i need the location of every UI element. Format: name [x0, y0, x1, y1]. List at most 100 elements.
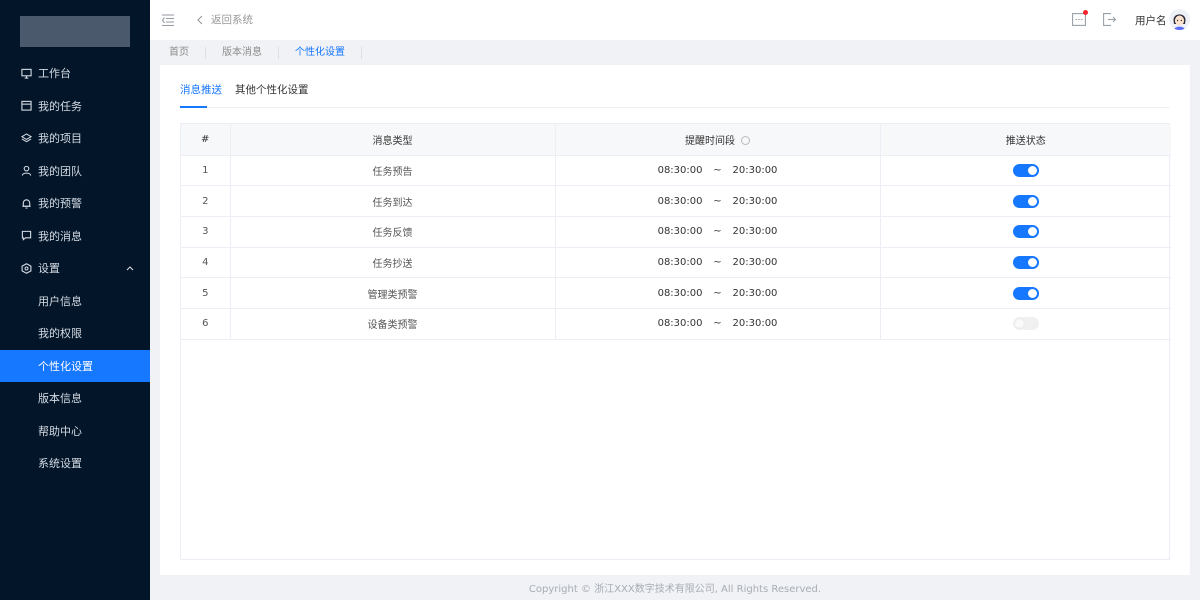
back-to-system-link[interactable]: 返回系统 — [196, 12, 253, 27]
time-separator: ~ — [713, 256, 722, 268]
table-row: 3 任务反馈 08:30:00 ~20:30:00 — [181, 216, 1171, 248]
row-message-type: 管理类预警 — [230, 277, 556, 309]
time-start: 08:30:00 — [657, 256, 703, 268]
time-separator: ~ — [713, 226, 722, 238]
row-time-range[interactable]: 08:30:00 ~20:30:00 — [555, 277, 881, 309]
message-icon — [21, 230, 32, 242]
logout-icon[interactable] — [1103, 13, 1116, 26]
row-push-status — [880, 185, 1171, 217]
sidebar-subitem-label: 版本信息 — [38, 392, 82, 406]
time-start: 08:30:00 — [657, 318, 703, 330]
push-toggle-switch[interactable] — [1012, 163, 1039, 177]
row-time-range[interactable]: 08:30:00 ~20:30:00 — [555, 308, 881, 340]
sidebar-subitem-version-info[interactable]: 版本信息 — [0, 382, 150, 415]
chevron-left-icon — [197, 15, 203, 24]
content-card: 消息推送 其他个性化设置 # 消息类型 提醒时间段 推送状态 1 任务预告 08… — [160, 65, 1190, 575]
sidebar-item-my-team[interactable]: 我的团队 — [0, 155, 150, 188]
sidebar-menu: 工作台 我的任务 我的项目 我的团队 我的预警 我的消息 设置 用户信息 我的权… — [0, 57, 150, 480]
time-end: 20:30:00 — [732, 164, 778, 176]
sidebar-item-label: 我的预警 — [38, 197, 82, 211]
tab-home[interactable]: 首页 — [150, 46, 206, 59]
sidebar-subitem-system-settings[interactable]: 系统设置 — [0, 447, 150, 480]
sidebar-subitem-my-permissions[interactable]: 我的权限 — [0, 317, 150, 350]
sidebar-item-my-alerts[interactable]: 我的预警 — [0, 187, 150, 220]
tab-personalization[interactable]: 个性化设置 — [279, 46, 362, 59]
row-push-status — [880, 155, 1171, 187]
row-index: 1 — [181, 155, 231, 187]
push-toggle-switch[interactable] — [1012, 194, 1039, 208]
row-index: 4 — [181, 247, 231, 279]
time-end: 20:30:00 — [732, 195, 778, 207]
sidebar-subitem-help-center[interactable]: 帮助中心 — [0, 415, 150, 448]
time-end: 20:30:00 — [732, 318, 778, 330]
time-start: 08:30:00 — [657, 226, 703, 238]
table-row: 6 设备类预警 08:30:00 ~20:30:00 — [181, 308, 1171, 340]
row-push-status — [880, 277, 1171, 309]
chevron-up-icon — [126, 266, 134, 271]
time-separator: ~ — [713, 287, 722, 299]
sidebar-item-label: 我的项目 — [38, 132, 82, 146]
row-time-range[interactable]: 08:30:00 ~20:30:00 — [555, 247, 881, 279]
row-time-range[interactable]: 08:30:00 ~20:30:00 — [555, 216, 881, 248]
bell-icon — [21, 198, 32, 209]
sidebar-subitem-personalization[interactable]: 个性化设置 — [0, 349, 150, 382]
col-header-index: # — [181, 124, 231, 156]
toggle-knob — [1027, 288, 1037, 298]
row-index: 6 — [181, 308, 231, 340]
row-index: 3 — [181, 216, 231, 248]
row-push-status — [880, 216, 1171, 248]
push-toggle-switch[interactable] — [1012, 317, 1039, 331]
push-settings-table: # 消息类型 提醒时间段 推送状态 1 任务预告 08:30:00 ~20:30:00… — [180, 123, 1171, 560]
user-icon — [21, 165, 32, 176]
footer-copyright: Copyright © 浙江XXX数字技术有限公司, All Rights Re… — [528, 584, 822, 595]
tab-version-messages[interactable]: 版本消息 — [206, 46, 279, 59]
sidebar-item-my-tasks[interactable]: 我的任务 — [0, 90, 150, 123]
col-header-time-label: 提醒时间段 — [685, 135, 735, 147]
toggle-knob — [1027, 257, 1037, 267]
message-box-icon[interactable] — [1072, 13, 1086, 26]
top-header: 返回系统 用户名 — [150, 0, 1200, 40]
sidebar-item-label: 设置 — [38, 262, 60, 276]
row-message-type: 任务反馈 — [230, 216, 556, 248]
sidebar-item-my-projects[interactable]: 我的项目 — [0, 122, 150, 155]
sidebar-item-label: 我的消息 — [38, 229, 82, 243]
row-message-type: 设备类预警 — [230, 308, 556, 340]
logo — [20, 16, 130, 47]
row-message-type: 任务预告 — [230, 155, 556, 187]
sidebar-item-my-messages[interactable]: 我的消息 — [0, 220, 150, 253]
table-row: 4 任务抄送 08:30:00 ~20:30:00 — [181, 247, 1171, 279]
push-toggle-switch[interactable] — [1012, 255, 1039, 269]
time-start: 08:30:00 — [657, 164, 703, 176]
sidebar-subitem-user-info[interactable]: 用户信息 — [0, 285, 150, 318]
push-toggle-switch[interactable] — [1012, 225, 1039, 239]
time-separator: ~ — [713, 318, 722, 330]
row-time-range[interactable]: 08:30:00 ~20:30:00 — [555, 185, 881, 217]
monitor-icon — [21, 68, 32, 79]
table-header-row: # 消息类型 提醒时间段 推送状态 — [181, 124, 1171, 156]
sidebar-item-settings[interactable]: 设置 — [0, 252, 150, 285]
col-header-time: 提醒时间段 — [555, 124, 881, 156]
username[interactable]: 用户名 — [1135, 13, 1167, 28]
row-time-range[interactable]: 08:30:00 ~20:30:00 — [555, 155, 881, 187]
time-end: 20:30:00 — [732, 226, 778, 238]
tab-other-personalization[interactable]: 其他个性化设置 — [235, 82, 309, 97]
table-row: 1 任务预告 08:30:00 ~20:30:00 — [181, 155, 1171, 187]
back-label: 返回系统 — [211, 14, 253, 26]
push-toggle-switch[interactable] — [1012, 286, 1039, 300]
sidebar-item-label: 我的任务 — [38, 99, 82, 113]
time-separator: ~ — [713, 164, 722, 176]
settings-hex-icon — [21, 262, 32, 274]
page-tabs-bar: 首页 版本消息 个性化设置 — [150, 40, 1200, 65]
menu-collapse-icon[interactable] — [161, 13, 175, 27]
notification-dot — [1083, 10, 1088, 15]
calendar-icon — [21, 100, 32, 111]
toggle-knob — [1027, 227, 1037, 237]
tab-message-push[interactable]: 消息推送 — [180, 82, 222, 97]
toggle-knob — [1014, 319, 1024, 329]
sidebar-item-workbench[interactable]: 工作台 — [0, 57, 150, 90]
time-start: 08:30:00 — [657, 287, 703, 299]
table-row: 5 管理类预警 08:30:00 ~20:30:00 — [181, 277, 1171, 309]
help-circle-icon[interactable] — [741, 135, 750, 145]
time-end: 20:30:00 — [732, 256, 778, 268]
avatar[interactable] — [1169, 9, 1190, 30]
